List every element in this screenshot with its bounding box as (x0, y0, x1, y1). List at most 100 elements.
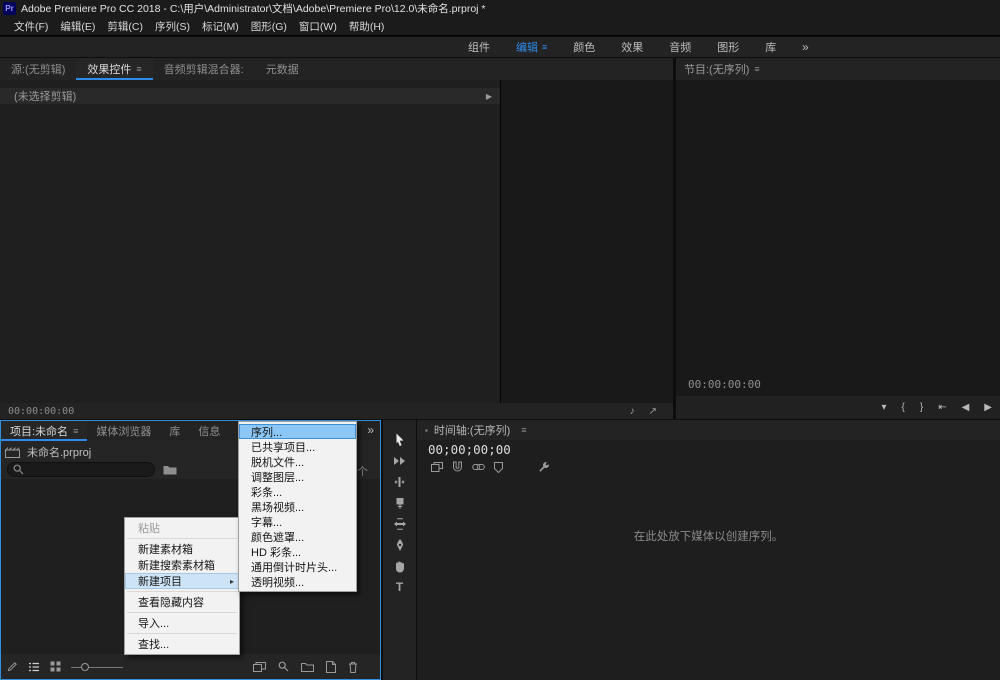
mark-in-icon[interactable]: { (902, 402, 905, 413)
project-file-row[interactable]: 未命名.prproj (5, 444, 91, 460)
submenu-item-adjustment-layer[interactable]: 调整图层... (239, 469, 356, 484)
timeline-header: ▪ 时间轴:(无序列) ≡ (417, 420, 1000, 440)
timeline-marker-icon[interactable] (494, 461, 503, 473)
menu-item-new-bin[interactable]: 新建素材箱 (125, 541, 239, 557)
program-monitor-menu-icon[interactable]: ≡ (754, 64, 759, 74)
list-view-icon[interactable] (28, 662, 40, 672)
audio-only-icon[interactable]: ♪ (630, 406, 635, 417)
mark-out-icon[interactable]: } (920, 402, 923, 413)
clear-icon[interactable] (348, 661, 358, 673)
menu-edit[interactable]: 编辑(E) (54, 19, 101, 34)
menu-item-import[interactable]: 导入... (125, 615, 239, 631)
submenu-item-shared-project[interactable]: 已共享项目... (239, 439, 356, 454)
program-transport-bar: ▾ { } ⇤ ◀ ▶ (676, 396, 1000, 419)
menu-bar: 文件(F) 编辑(E) 剪辑(C) 序列(S) 标记(M) 图形(G) 窗口(W… (0, 17, 1000, 36)
pan-zoom-icon[interactable]: ↗ (649, 406, 657, 417)
submenu-item-captions[interactable]: 字幕... (239, 514, 356, 529)
menu-item-new-item[interactable]: 新建项目 ▸ (125, 573, 239, 589)
effect-controls-timeline-area (500, 80, 673, 403)
effect-controls-menu-icon[interactable]: ≡ (136, 64, 141, 74)
bin-navigation-icon[interactable] (163, 464, 177, 475)
hand-tool[interactable] (391, 558, 409, 574)
step-back-icon[interactable]: ◀ (962, 402, 970, 413)
slip-tool[interactable] (391, 516, 409, 532)
program-timecode[interactable]: 00:00:00:00 (688, 378, 761, 391)
menu-item-new-search-bin[interactable]: 新建搜索素材箱 (125, 557, 239, 573)
project-overflow-icon[interactable]: » (367, 423, 374, 437)
premiere-window: Pr Adobe Premiere Pro CC 2018 - C:\用户\Ad… (0, 0, 1000, 680)
workspace-tab-graphics[interactable]: 图形 (704, 37, 752, 57)
tab-project[interactable]: 项目:未命名 ≡ (1, 421, 88, 441)
workspace-overflow-icon[interactable]: » (802, 40, 809, 54)
timeline-menu-icon[interactable]: ≡ (521, 425, 526, 435)
search-icon (13, 464, 24, 475)
app-icon: Pr (3, 2, 16, 15)
workspace-tab-audio[interactable]: 音频 (656, 37, 704, 57)
find-icon[interactable] (278, 661, 289, 673)
effect-controls-tabbar: 源:(无剪辑) 效果控件 ≡ 音频剪辑混合器: 元数据 (0, 58, 673, 80)
workspace-menu-icon[interactable]: ≡ (542, 42, 547, 52)
menu-help[interactable]: 帮助(H) (343, 19, 391, 34)
menu-separator (127, 612, 237, 613)
tab-source-monitor[interactable]: 源:(无剪辑) (0, 58, 76, 80)
snap-icon[interactable] (452, 461, 463, 473)
project-menu-icon[interactable]: ≡ (73, 426, 78, 436)
play-icon[interactable]: ▶ (984, 402, 992, 413)
project-writable-icon[interactable] (7, 661, 18, 672)
submenu-item-black-video[interactable]: 黑场视频... (239, 499, 356, 514)
zoom-slider[interactable] (71, 661, 123, 673)
new-item-submenu: 序列... 已共享项目... 脱机文件... 调整图层... 彩条... 黑场视… (238, 421, 357, 592)
new-item-icon[interactable] (326, 660, 336, 673)
go-to-in-icon[interactable]: ⇤ (938, 402, 946, 413)
workspace-tab-color[interactable]: 颜色 (560, 37, 608, 57)
menu-clip[interactable]: 剪辑(C) (101, 19, 149, 34)
program-monitor-header: 节目:(无序列) ≡ (676, 58, 1000, 80)
linked-selection-icon[interactable] (472, 463, 485, 471)
project-file-name: 未命名.prproj (27, 447, 92, 459)
timeline-view-arrow-icon[interactable]: ▶ (486, 92, 492, 101)
menu-item-find[interactable]: 查找... (125, 636, 239, 652)
razor-tool[interactable] (391, 495, 409, 511)
tab-info[interactable]: 信息 (189, 421, 229, 441)
tab-libraries[interactable]: 库 (160, 421, 189, 441)
submenu-item-hd-bars[interactable]: HD 彩条... (239, 544, 356, 559)
submenu-item-transparent-video[interactable]: 透明视频... (239, 574, 356, 589)
menu-window[interactable]: 窗口(W) (293, 19, 343, 34)
tab-effect-controls[interactable]: 效果控件 ≡ (76, 58, 153, 80)
type-tool[interactable]: T (391, 579, 409, 595)
menu-sequence[interactable]: 序列(S) (149, 19, 196, 34)
menu-file[interactable]: 文件(F) (8, 19, 54, 34)
menu-markers[interactable]: 标记(M) (196, 19, 245, 34)
track-select-tool[interactable] (391, 453, 409, 469)
submenu-item-color-matte[interactable]: 颜色遮罩... (239, 529, 356, 544)
submenu-item-offline-file[interactable]: 脱机文件... (239, 454, 356, 469)
menu-graphics[interactable]: 图形(G) (245, 19, 293, 34)
workspace-tab-editing[interactable]: 编辑 ≡ (503, 37, 560, 57)
workspace-tab-assembly[interactable]: 组件 (455, 37, 503, 57)
tab-effect-controls-label: 效果控件 (87, 64, 132, 76)
nest-insert-icon[interactable] (431, 462, 443, 472)
submenu-item-universal-counting-leader[interactable]: 通用倒计时片头... (239, 559, 356, 574)
tab-metadata[interactable]: 元数据 (255, 58, 310, 80)
submenu-item-sequence[interactable]: 序列... (239, 424, 356, 439)
tab-media-browser[interactable]: 媒体浏览器 (87, 421, 160, 441)
timeline-settings-icon[interactable] (538, 461, 550, 473)
ripple-edit-tool[interactable] (391, 474, 409, 490)
automate-to-sequence-icon[interactable] (253, 661, 266, 673)
workspace-tab-libraries[interactable]: 库 (752, 37, 789, 57)
new-bin-icon[interactable] (301, 661, 314, 673)
menu-item-view-hidden[interactable]: 查看隐藏内容 (125, 594, 239, 610)
project-search-box[interactable] (7, 461, 155, 477)
submenu-item-bars-and-tone[interactable]: 彩条... (239, 484, 356, 499)
selection-tool[interactable] (391, 432, 409, 448)
icon-view-icon[interactable] (50, 661, 61, 672)
pen-tool[interactable] (391, 537, 409, 553)
menu-separator (127, 538, 237, 539)
tab-audio-clip-mixer[interactable]: 音频剪辑混合器: (153, 58, 255, 80)
search-input[interactable] (28, 463, 149, 475)
effect-controls-clip-header: (未选择剪辑) ▶ (0, 88, 500, 104)
timeline-timecode[interactable]: 00;00;00;00 (428, 442, 511, 457)
effect-controls-timecode[interactable]: 00:00:00:00 (8, 406, 74, 417)
add-marker-icon[interactable]: ▾ (881, 402, 886, 413)
workspace-tab-effects[interactable]: 效果 (608, 37, 656, 57)
